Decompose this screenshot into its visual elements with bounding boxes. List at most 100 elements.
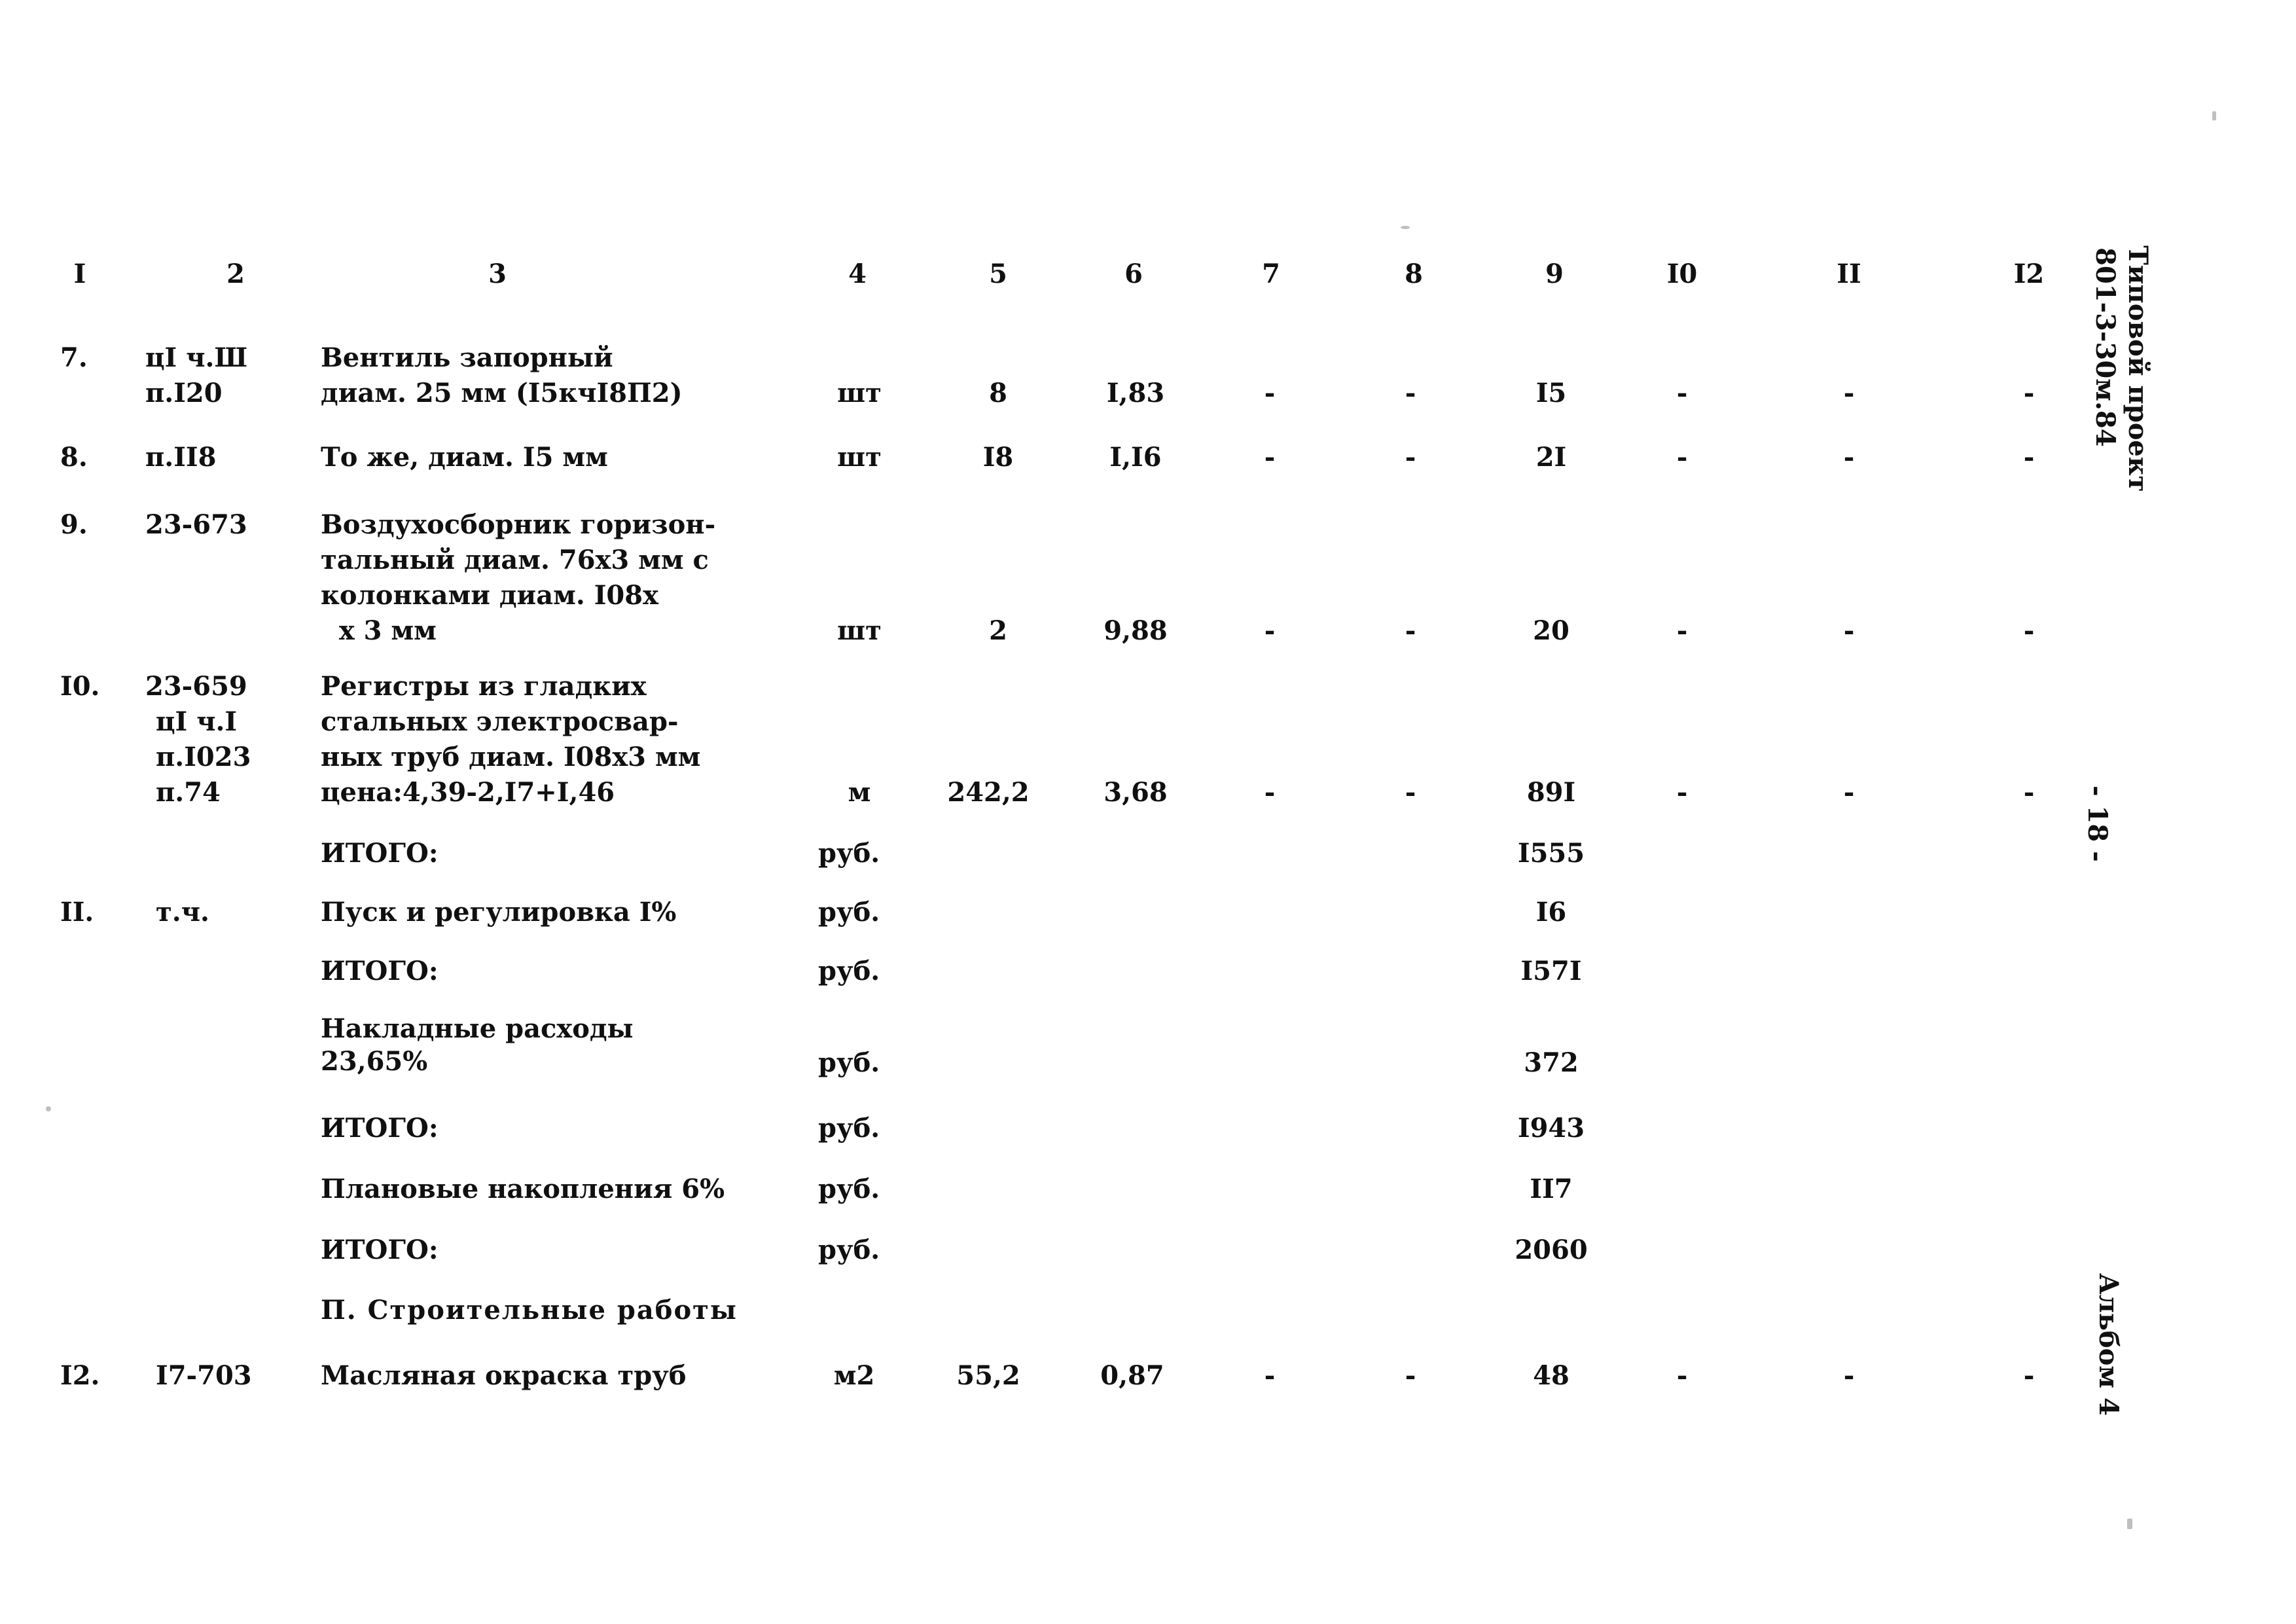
row-col10: -: [1676, 1360, 1688, 1391]
row-price: I,I6: [1109, 442, 1162, 473]
column-header-1: I: [73, 259, 86, 289]
row-description: ных труб диам. I08х3 мм: [321, 742, 701, 772]
row-unit: шт: [837, 615, 882, 646]
row-col7: -: [1264, 1360, 1276, 1391]
row-total: 20: [1533, 615, 1570, 646]
row-number: 8.: [60, 442, 88, 473]
project-label: Типовой проект: [2123, 245, 2153, 492]
table-row: I2. I7-703 Масляная окраска труб м2 55,2…: [0, 0, 2034, 1391]
summary-row-code: т.ч.: [156, 897, 209, 928]
row-code: 23-673: [145, 509, 247, 540]
row-code: п.I20: [145, 378, 223, 408]
summary-unit: руб.: [818, 1235, 880, 1265]
row-col12: -: [2023, 442, 2035, 473]
row-description: Масляная окраска труб: [321, 1360, 687, 1391]
row-col8: -: [1405, 378, 1416, 408]
row-code: 23-659: [145, 671, 247, 702]
summary-unit: руб.: [818, 956, 880, 986]
row-total: 48: [1533, 1360, 1570, 1391]
row-number: I2.: [60, 1360, 100, 1391]
album-label: Альбом 4: [2093, 1273, 2124, 1416]
row-col10: -: [1676, 777, 1688, 808]
row-col11: -: [1843, 378, 1855, 408]
page-marker: - 18 -: [2082, 785, 2113, 862]
row-col11: -: [1843, 442, 1855, 473]
summary-unit: руб.: [818, 897, 880, 928]
row-description: стальных электросвар-: [321, 706, 679, 737]
row-unit: м: [848, 777, 871, 808]
row-description: х 3 мм: [321, 615, 437, 646]
summary-label: Плановые накопления 6%: [321, 1174, 725, 1204]
row-description: Вентиль запорный: [321, 342, 613, 373]
row-unit: шт: [837, 378, 882, 408]
column-header-7: 7: [1262, 259, 1280, 289]
row-number: I0.: [60, 671, 100, 702]
row-price: I,83: [1106, 378, 1165, 408]
summary-total: I57I: [1520, 956, 1582, 986]
column-header-5: 5: [989, 259, 1007, 289]
row-code: п.II8: [145, 442, 217, 473]
column-header-6: 6: [1124, 259, 1143, 289]
summary-total: 2060: [1515, 1235, 1588, 1265]
scanned-page: I 2 3 4 5 6 7 8 9 I0 II I2 7. цI ч.Ш п.I…: [0, 0, 2296, 1624]
summary-total: I943: [1517, 1113, 1585, 1144]
row-code: I7-703: [156, 1360, 252, 1391]
row-total: 89I: [1526, 777, 1576, 808]
summary-total: II7: [1530, 1174, 1573, 1204]
row-unit: м2: [833, 1360, 875, 1391]
column-header-4: 4: [848, 259, 867, 289]
row-col12: -: [2023, 378, 2035, 408]
summary-total: I555: [1517, 838, 1585, 869]
row-col10: -: [1676, 378, 1688, 408]
row-col11: -: [1843, 615, 1855, 646]
row-description: цена:4,39-2,I7+I,46: [321, 777, 615, 808]
row-qty: 55,2: [956, 1360, 1020, 1391]
row-qty: 2: [989, 615, 1007, 646]
row-description: Воздухосборник горизон-: [321, 509, 716, 540]
row-code: п.I023: [156, 742, 251, 772]
row-number: 9.: [60, 509, 88, 540]
row-qty: 242,2: [947, 777, 1030, 808]
row-code: цI ч.I: [156, 706, 238, 737]
row-description: колонками диам. I08х: [321, 580, 658, 611]
row-price: 9,88: [1103, 615, 1168, 646]
row-col11: -: [1843, 777, 1855, 808]
row-description: диам. 25 мм (I5кчI8П2): [321, 378, 683, 408]
row-col8: -: [1405, 615, 1416, 646]
column-header-3: 3: [488, 259, 507, 289]
row-unit: шт: [837, 442, 882, 473]
project-code: 801-3-30м.84: [2090, 247, 2121, 447]
row-price: 0,87: [1100, 1360, 1164, 1391]
row-col10: -: [1676, 442, 1688, 473]
row-col12: -: [2023, 1360, 2035, 1391]
summary-unit: руб.: [818, 1174, 880, 1204]
column-header-11: II: [1837, 259, 1861, 289]
row-price: 3,68: [1103, 777, 1168, 808]
row-col8: -: [1405, 1360, 1416, 1391]
column-header-12: I2: [2013, 259, 2045, 289]
row-col12: -: [2023, 615, 2035, 646]
row-col7: -: [1264, 378, 1276, 408]
row-number: 7.: [60, 342, 88, 373]
row-col7: -: [1264, 777, 1276, 808]
summary-total: I6: [1535, 897, 1567, 928]
summary-label: ИТОГО:: [321, 1113, 439, 1144]
summary-label: ИТОГО:: [321, 956, 439, 986]
row-col7: -: [1264, 615, 1276, 646]
row-code: п.74: [156, 777, 221, 808]
row-total: I5: [1535, 378, 1567, 408]
row-qty: I8: [982, 442, 1014, 473]
row-col8: -: [1405, 777, 1416, 808]
row-description: Регистры из гладких: [321, 671, 647, 702]
row-description: тальный диам. 76х3 мм с: [321, 545, 709, 575]
row-code: цI ч.Ш: [145, 342, 248, 373]
summary-label: Накладные расходы 23,65%: [321, 1013, 634, 1077]
summary-unit: руб.: [818, 838, 880, 869]
section-heading: П. Строительные работы: [321, 1295, 738, 1326]
summary-label: Пуск и регулировка I%: [321, 897, 677, 928]
row-qty: 8: [989, 378, 1007, 408]
summary-label: ИТОГО:: [321, 838, 439, 869]
summary-row-number: II.: [60, 897, 94, 928]
column-header-10: I0: [1666, 259, 1698, 289]
row-col7: -: [1264, 442, 1276, 473]
